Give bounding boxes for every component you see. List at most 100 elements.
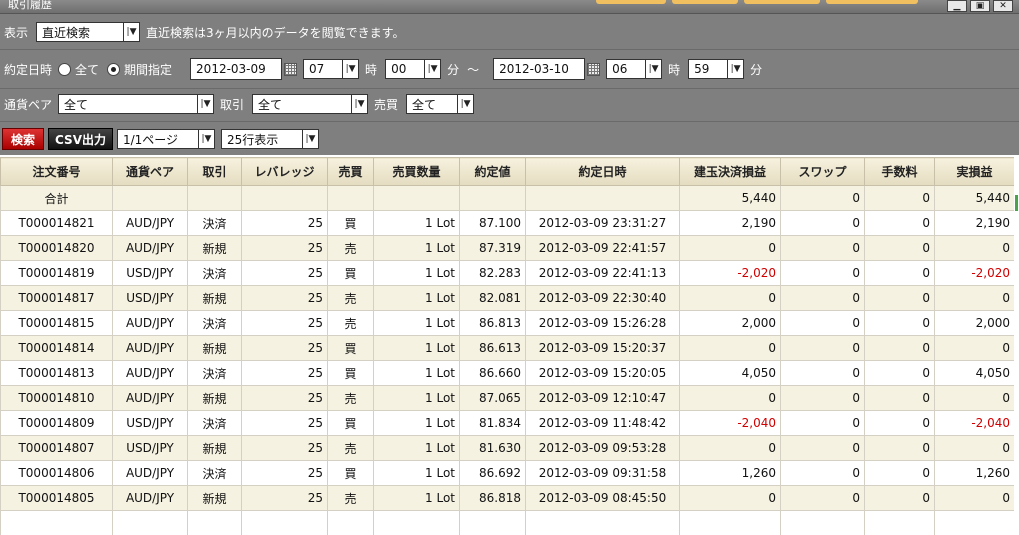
exec-datetime-cell: 2012-03-09 09:53:28 <box>525 435 680 461</box>
side-cell: 売 <box>327 310 374 336</box>
quantity-cell: 1 Lot <box>373 460 460 486</box>
table-cell <box>187 510 242 535</box>
currency-pair-cell: AUD/JPY <box>112 210 188 236</box>
trade-select[interactable]: 全て |▼ <box>252 94 369 114</box>
column-header[interactable]: 建玉決済損益 <box>679 157 781 186</box>
column-header[interactable]: 通貨ペア <box>112 157 188 186</box>
exec-price-cell: 86.818 <box>459 485 526 511</box>
tab-strip-decoration <box>596 0 666 4</box>
tab-strip-decoration <box>744 0 820 4</box>
display-select[interactable]: 直近検索 |▼ <box>36 22 141 42</box>
swap-cell: 0 <box>780 485 865 511</box>
exec-price-cell: 86.813 <box>459 310 526 336</box>
table-row[interactable]: T000014813 AUD/JPY 決済 25 買 1 Lot 86.660 2012-03… <box>0 360 1015 386</box>
quantity-cell: 1 Lot <box>373 235 460 261</box>
side-cell: 買 <box>327 210 374 236</box>
to-hour-value: 06 <box>612 62 628 76</box>
leverage-cell: 25 <box>241 260 328 286</box>
page-select[interactable]: 1/1ページ |▼ <box>116 129 215 149</box>
realized-pl-cell: 2,190 <box>934 210 1015 236</box>
leverage-cell: 25 <box>241 310 328 336</box>
search-button[interactable]: 検索 <box>2 128 45 150</box>
csv-export-button[interactable]: CSV出力 <box>48 128 113 150</box>
calendar-icon[interactable] <box>587 62 601 76</box>
realized-pl-cell: 0 <box>934 485 1015 511</box>
swap-cell: 0 <box>780 435 865 461</box>
from-hour-select[interactable]: 07 |▼ <box>303 59 360 79</box>
table-row[interactable]: T000014819 USD/JPY 決済 25 買 1 Lot 82.283 2012-03… <box>0 260 1015 286</box>
column-header[interactable]: 取引 <box>187 157 242 186</box>
side-select-value: 全て <box>412 97 437 112</box>
radio-period[interactable] <box>107 62 121 76</box>
table-row[interactable]: T000014815 AUD/JPY 決済 25 売 1 Lot 86.813 2012-03… <box>0 310 1015 336</box>
table-cell <box>525 510 680 535</box>
position-pl-cell: 0 <box>679 335 781 361</box>
maximize-button[interactable]: ▣ <box>970 0 990 12</box>
pair-row: 通貨ペア 全て |▼ 取引 全て |▼ 売買 全て |▼ <box>4 94 1019 114</box>
order-id-cell: T000014810 <box>0 385 113 411</box>
column-header[interactable]: 実損益 <box>934 157 1015 186</box>
realized-pl-cell: 0 <box>934 335 1015 361</box>
to-date-input[interactable]: 2012-03-10 <box>493 58 586 80</box>
table-row[interactable]: T000014820 AUD/JPY 新規 25 売 1 Lot 87.319 2012-03… <box>0 235 1015 261</box>
table-row[interactable]: T000014809 USD/JPY 決済 25 買 1 Lot 81.834 2012-03… <box>0 410 1015 436</box>
column-header[interactable]: 売買数量 <box>373 157 460 186</box>
column-header[interactable]: 注文番号 <box>0 157 113 186</box>
from-min-select[interactable]: 00 |▼ <box>385 59 442 79</box>
fee-cell: 0 <box>864 235 935 261</box>
swap-cell: 0 <box>780 360 865 386</box>
trade-history-window: 取引履歴 ▁ ▣ ✕ 表示 直近検索 |▼ 直近検索は3ヶ月以内のデータを閲覧で… <box>0 0 1019 535</box>
position-pl-cell: 0 <box>679 235 781 261</box>
column-header[interactable]: 約定値 <box>459 157 526 186</box>
exec-datetime-cell: 2012-03-09 12:10:47 <box>525 385 680 411</box>
exec-datetime-cell: 2012-03-09 23:31:27 <box>525 210 680 236</box>
side-cell: 売 <box>327 385 374 411</box>
realized-pl-cell: 0 <box>934 385 1015 411</box>
table-cell <box>241 510 328 535</box>
realized-pl-cell: -2,040 <box>934 410 1015 436</box>
table-row[interactable]: T000014810 AUD/JPY 新規 25 売 1 Lot 87.065 2012-03… <box>0 385 1015 411</box>
order-id-cell: T000014815 <box>0 310 113 336</box>
order-id-cell: T000014807 <box>0 435 113 461</box>
column-header[interactable]: レバレッジ <box>241 157 328 186</box>
column-header[interactable]: スワップ <box>780 157 865 186</box>
column-header[interactable]: 売買 <box>327 157 374 186</box>
table-row[interactable]: T000014821 AUD/JPY 決済 25 買 1 Lot 87.100 2012-03… <box>0 210 1015 236</box>
leverage-cell: 25 <box>241 335 328 361</box>
radio-all[interactable] <box>58 62 72 76</box>
trade-type-cell: 新規 <box>187 285 242 311</box>
close-button[interactable]: ✕ <box>993 0 1013 12</box>
table-row[interactable]: T000014817 USD/JPY 新規 25 売 1 Lot 82.081 2012-03… <box>0 285 1015 311</box>
title-bar: 取引履歴 ▁ ▣ ✕ <box>0 0 1019 14</box>
table-row[interactable]: T000014805 AUD/JPY 新規 25 売 1 Lot 86.818 2012-03… <box>0 485 1015 511</box>
side-select[interactable]: 全て |▼ <box>406 94 475 114</box>
position-pl-cell: 4,050 <box>679 360 781 386</box>
swap-cell: 0 <box>780 335 865 361</box>
trade-type-cell: 決済 <box>187 360 242 386</box>
table-row[interactable]: T000014806 AUD/JPY 決済 25 買 1 Lot 86.692 2012-03… <box>0 460 1015 486</box>
calendar-icon[interactable] <box>284 62 298 76</box>
column-header[interactable]: 手数料 <box>864 157 935 186</box>
divider <box>0 49 1019 50</box>
fee-cell: 0 <box>864 210 935 236</box>
currency-pair-cell: AUD/JPY <box>112 385 188 411</box>
side-cell: 売 <box>327 235 374 261</box>
pair-select[interactable]: 全て |▼ <box>58 94 215 114</box>
chevron-down-icon: |▼ <box>197 130 214 148</box>
minimize-button[interactable]: ▁ <box>947 0 967 12</box>
table-row[interactable]: T000014814 AUD/JPY 新規 25 買 1 Lot 86.613 2012-03… <box>0 335 1015 361</box>
swap-cell: 0 <box>780 260 865 286</box>
fee-cell: 0 <box>864 310 935 336</box>
table-cell <box>327 510 374 535</box>
leverage-cell: 25 <box>241 210 328 236</box>
currency-pair-cell: USD/JPY <box>112 260 188 286</box>
from-date-input[interactable]: 2012-03-09 <box>190 58 283 80</box>
table-row[interactable]: T000014807 USD/JPY 新規 25 売 1 Lot 81.630 2012-03… <box>0 435 1015 461</box>
scroll-edge <box>1014 157 1019 535</box>
to-min-select[interactable]: 59 |▼ <box>688 59 745 79</box>
currency-pair-cell: AUD/JPY <box>112 360 188 386</box>
rows-per-page-select[interactable]: 25行表示 |▼ <box>220 129 319 149</box>
column-header[interactable]: 約定日時 <box>525 157 680 186</box>
to-hour-select[interactable]: 06 |▼ <box>606 59 663 79</box>
trade-label: 取引 <box>220 97 245 112</box>
